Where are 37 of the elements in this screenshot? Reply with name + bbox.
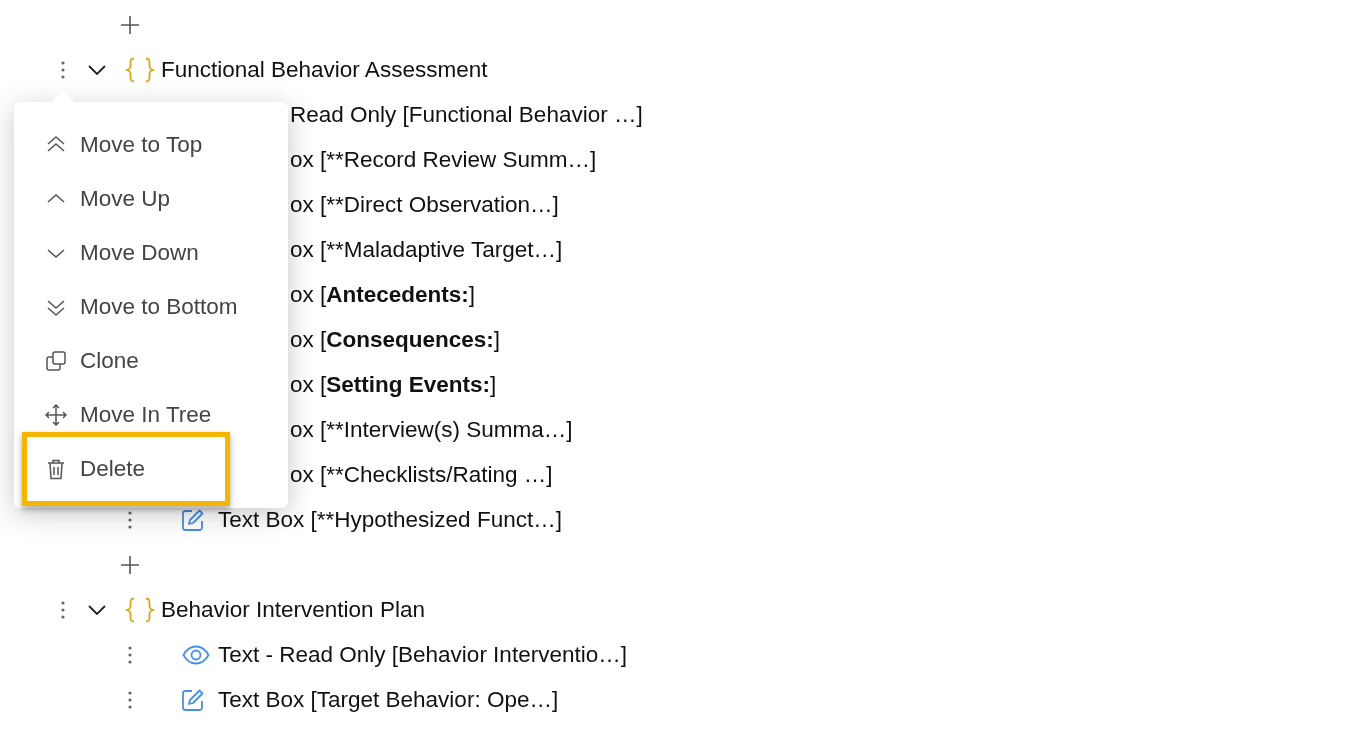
chevron-down-icon[interactable] xyxy=(88,64,106,75)
menu-item[interactable]: Move Down xyxy=(22,226,280,280)
menu-item[interactable]: Move Up xyxy=(22,172,280,226)
group-label[interactable]: Behavior Intervention Plan xyxy=(161,596,425,623)
more-icon[interactable] xyxy=(61,600,65,619)
more-icon[interactable] xyxy=(128,510,132,529)
add-icon[interactable] xyxy=(120,554,140,575)
menu-item[interactable]: Move to Bottom xyxy=(22,280,280,334)
tree-item-label[interactable]: ox [**Record Review Summ…] xyxy=(290,146,597,173)
more-icon[interactable] xyxy=(61,60,65,79)
tree-item-label[interactable]: ox [**Checklists/Rating …] xyxy=(290,461,553,488)
tree-item-label[interactable]: ox [Antecedents:] xyxy=(290,281,476,308)
tree-item-label[interactable]: ox [**Interview(s) Summa…] xyxy=(290,416,573,443)
tree-item-label[interactable]: Text Box [**Hypothesized Funct…] xyxy=(218,506,562,533)
tree-item-label[interactable]: Text - Read Only [Behavior Interventio…] xyxy=(218,641,627,668)
eye-icon xyxy=(182,644,210,665)
edit-icon xyxy=(182,688,204,711)
chevron-down-icon[interactable] xyxy=(88,604,106,615)
move-arrows-icon xyxy=(45,404,67,426)
edit-icon xyxy=(182,508,204,531)
trash-icon xyxy=(45,458,67,480)
more-icon[interactable] xyxy=(128,645,132,664)
braces-icon xyxy=(125,56,155,83)
tree-item-label[interactable]: Read Only [Functional Behavior …] xyxy=(290,101,643,128)
tree-item-label[interactable]: Text Box [Target Behavior: Ope…] xyxy=(218,686,559,713)
tree-item-label[interactable]: ox [**Maladaptive Target…] xyxy=(290,236,563,263)
menu-item[interactable]: Delete xyxy=(22,432,230,506)
menu-item[interactable]: Clone xyxy=(22,334,280,388)
menu-item[interactable]: Move to Top xyxy=(22,118,280,172)
more-icon[interactable] xyxy=(128,690,132,709)
tree-item-label[interactable]: ox [Consequences:] xyxy=(290,326,501,353)
group-label[interactable]: Functional Behavior Assessment xyxy=(161,56,488,83)
clone-icon xyxy=(45,350,67,372)
add-icon[interactable] xyxy=(120,14,140,35)
braces-icon xyxy=(125,596,155,623)
tree-item-label[interactable]: ox [Setting Events:] xyxy=(290,371,497,398)
tree-item-label[interactable]: ox [**Direct Observation…] xyxy=(290,191,559,218)
